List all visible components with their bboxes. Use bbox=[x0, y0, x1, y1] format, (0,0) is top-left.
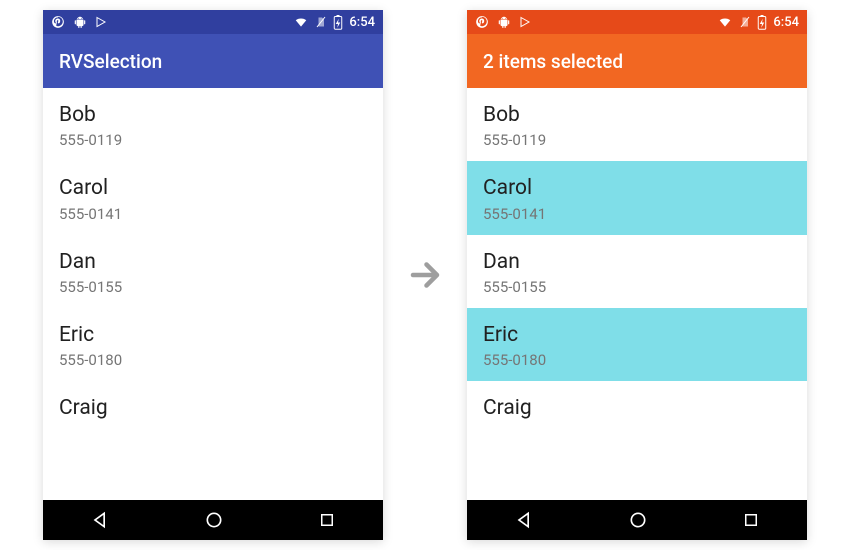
contact-name: Bob bbox=[59, 102, 367, 129]
no-sim-icon bbox=[739, 15, 751, 29]
contact-list[interactable]: Bob 555-0119 Carol 555-0141 Dan 555-0155… bbox=[43, 88, 383, 500]
nav-home-icon[interactable] bbox=[628, 510, 648, 530]
nav-bar bbox=[43, 500, 383, 540]
contact-phone: 555-0180 bbox=[59, 351, 367, 369]
transition-arrow-icon bbox=[407, 257, 443, 293]
status-left bbox=[475, 15, 531, 29]
contact-name: Eric bbox=[59, 322, 367, 349]
wifi-icon bbox=[293, 15, 309, 29]
contact-name: Dan bbox=[483, 249, 791, 276]
contact-name: Carol bbox=[59, 175, 367, 202]
list-item[interactable]: Bob 555-0119 bbox=[467, 88, 807, 161]
list-item-selected[interactable]: Eric 555-0180 bbox=[467, 308, 807, 381]
list-item[interactable]: Dan 555-0155 bbox=[467, 235, 807, 308]
pinterest-icon bbox=[475, 15, 489, 29]
contact-name: Bob bbox=[483, 102, 791, 129]
contact-name: Dan bbox=[59, 249, 367, 276]
list-item[interactable]: Craig bbox=[467, 381, 807, 424]
contact-name: Craig bbox=[59, 395, 367, 422]
android-icon bbox=[497, 15, 511, 29]
pinterest-icon bbox=[51, 15, 65, 29]
contact-phone: 555-0155 bbox=[59, 278, 367, 296]
contact-phone: 555-0119 bbox=[483, 131, 791, 149]
list-item[interactable]: Bob 555-0119 bbox=[43, 88, 383, 161]
nav-recent-icon[interactable] bbox=[742, 511, 760, 529]
nav-bar bbox=[467, 500, 807, 540]
contact-phone: 555-0119 bbox=[59, 131, 367, 149]
status-right: 6:54 bbox=[717, 15, 799, 30]
status-time: 6:54 bbox=[773, 15, 799, 30]
contact-phone: 555-0155 bbox=[483, 278, 791, 296]
nav-recent-icon[interactable] bbox=[318, 511, 336, 529]
phone-after: 6:54 2 items selected Bob 555-0119 Carol… bbox=[467, 10, 807, 540]
no-sim-icon bbox=[315, 15, 327, 29]
battery-charging-icon bbox=[757, 15, 767, 30]
contact-list[interactable]: Bob 555-0119 Carol 555-0141 Dan 555-0155… bbox=[467, 88, 807, 500]
contact-phone: 555-0141 bbox=[59, 205, 367, 223]
android-icon bbox=[73, 15, 87, 29]
contact-name: Eric bbox=[483, 322, 791, 349]
list-item[interactable]: Dan 555-0155 bbox=[43, 235, 383, 308]
play-icon bbox=[95, 16, 107, 28]
status-time: 6:54 bbox=[349, 15, 375, 30]
list-item-selected[interactable]: Carol 555-0141 bbox=[467, 161, 807, 234]
status-right: 6:54 bbox=[293, 15, 375, 30]
contact-phone: 555-0141 bbox=[483, 205, 791, 223]
selection-count: 2 items selected bbox=[483, 50, 623, 73]
play-icon bbox=[519, 16, 531, 28]
contact-name: Craig bbox=[483, 395, 791, 422]
wifi-icon bbox=[717, 15, 733, 29]
action-mode-bar: 2 items selected bbox=[467, 34, 807, 88]
app-bar: RVSelection bbox=[43, 34, 383, 88]
list-item[interactable]: Carol 555-0141 bbox=[43, 161, 383, 234]
contact-phone: 555-0180 bbox=[483, 351, 791, 369]
status-bar: 6:54 bbox=[43, 10, 383, 34]
status-left bbox=[51, 15, 107, 29]
phone-before: 6:54 RVSelection Bob 555-0119 Carol 555-… bbox=[43, 10, 383, 540]
nav-back-icon[interactable] bbox=[514, 510, 534, 530]
list-item[interactable]: Eric 555-0180 bbox=[43, 308, 383, 381]
battery-charging-icon bbox=[333, 15, 343, 30]
status-bar: 6:54 bbox=[467, 10, 807, 34]
list-item[interactable]: Craig bbox=[43, 381, 383, 424]
nav-back-icon[interactable] bbox=[90, 510, 110, 530]
nav-home-icon[interactable] bbox=[204, 510, 224, 530]
app-title: RVSelection bbox=[59, 50, 162, 73]
contact-name: Carol bbox=[483, 175, 791, 202]
